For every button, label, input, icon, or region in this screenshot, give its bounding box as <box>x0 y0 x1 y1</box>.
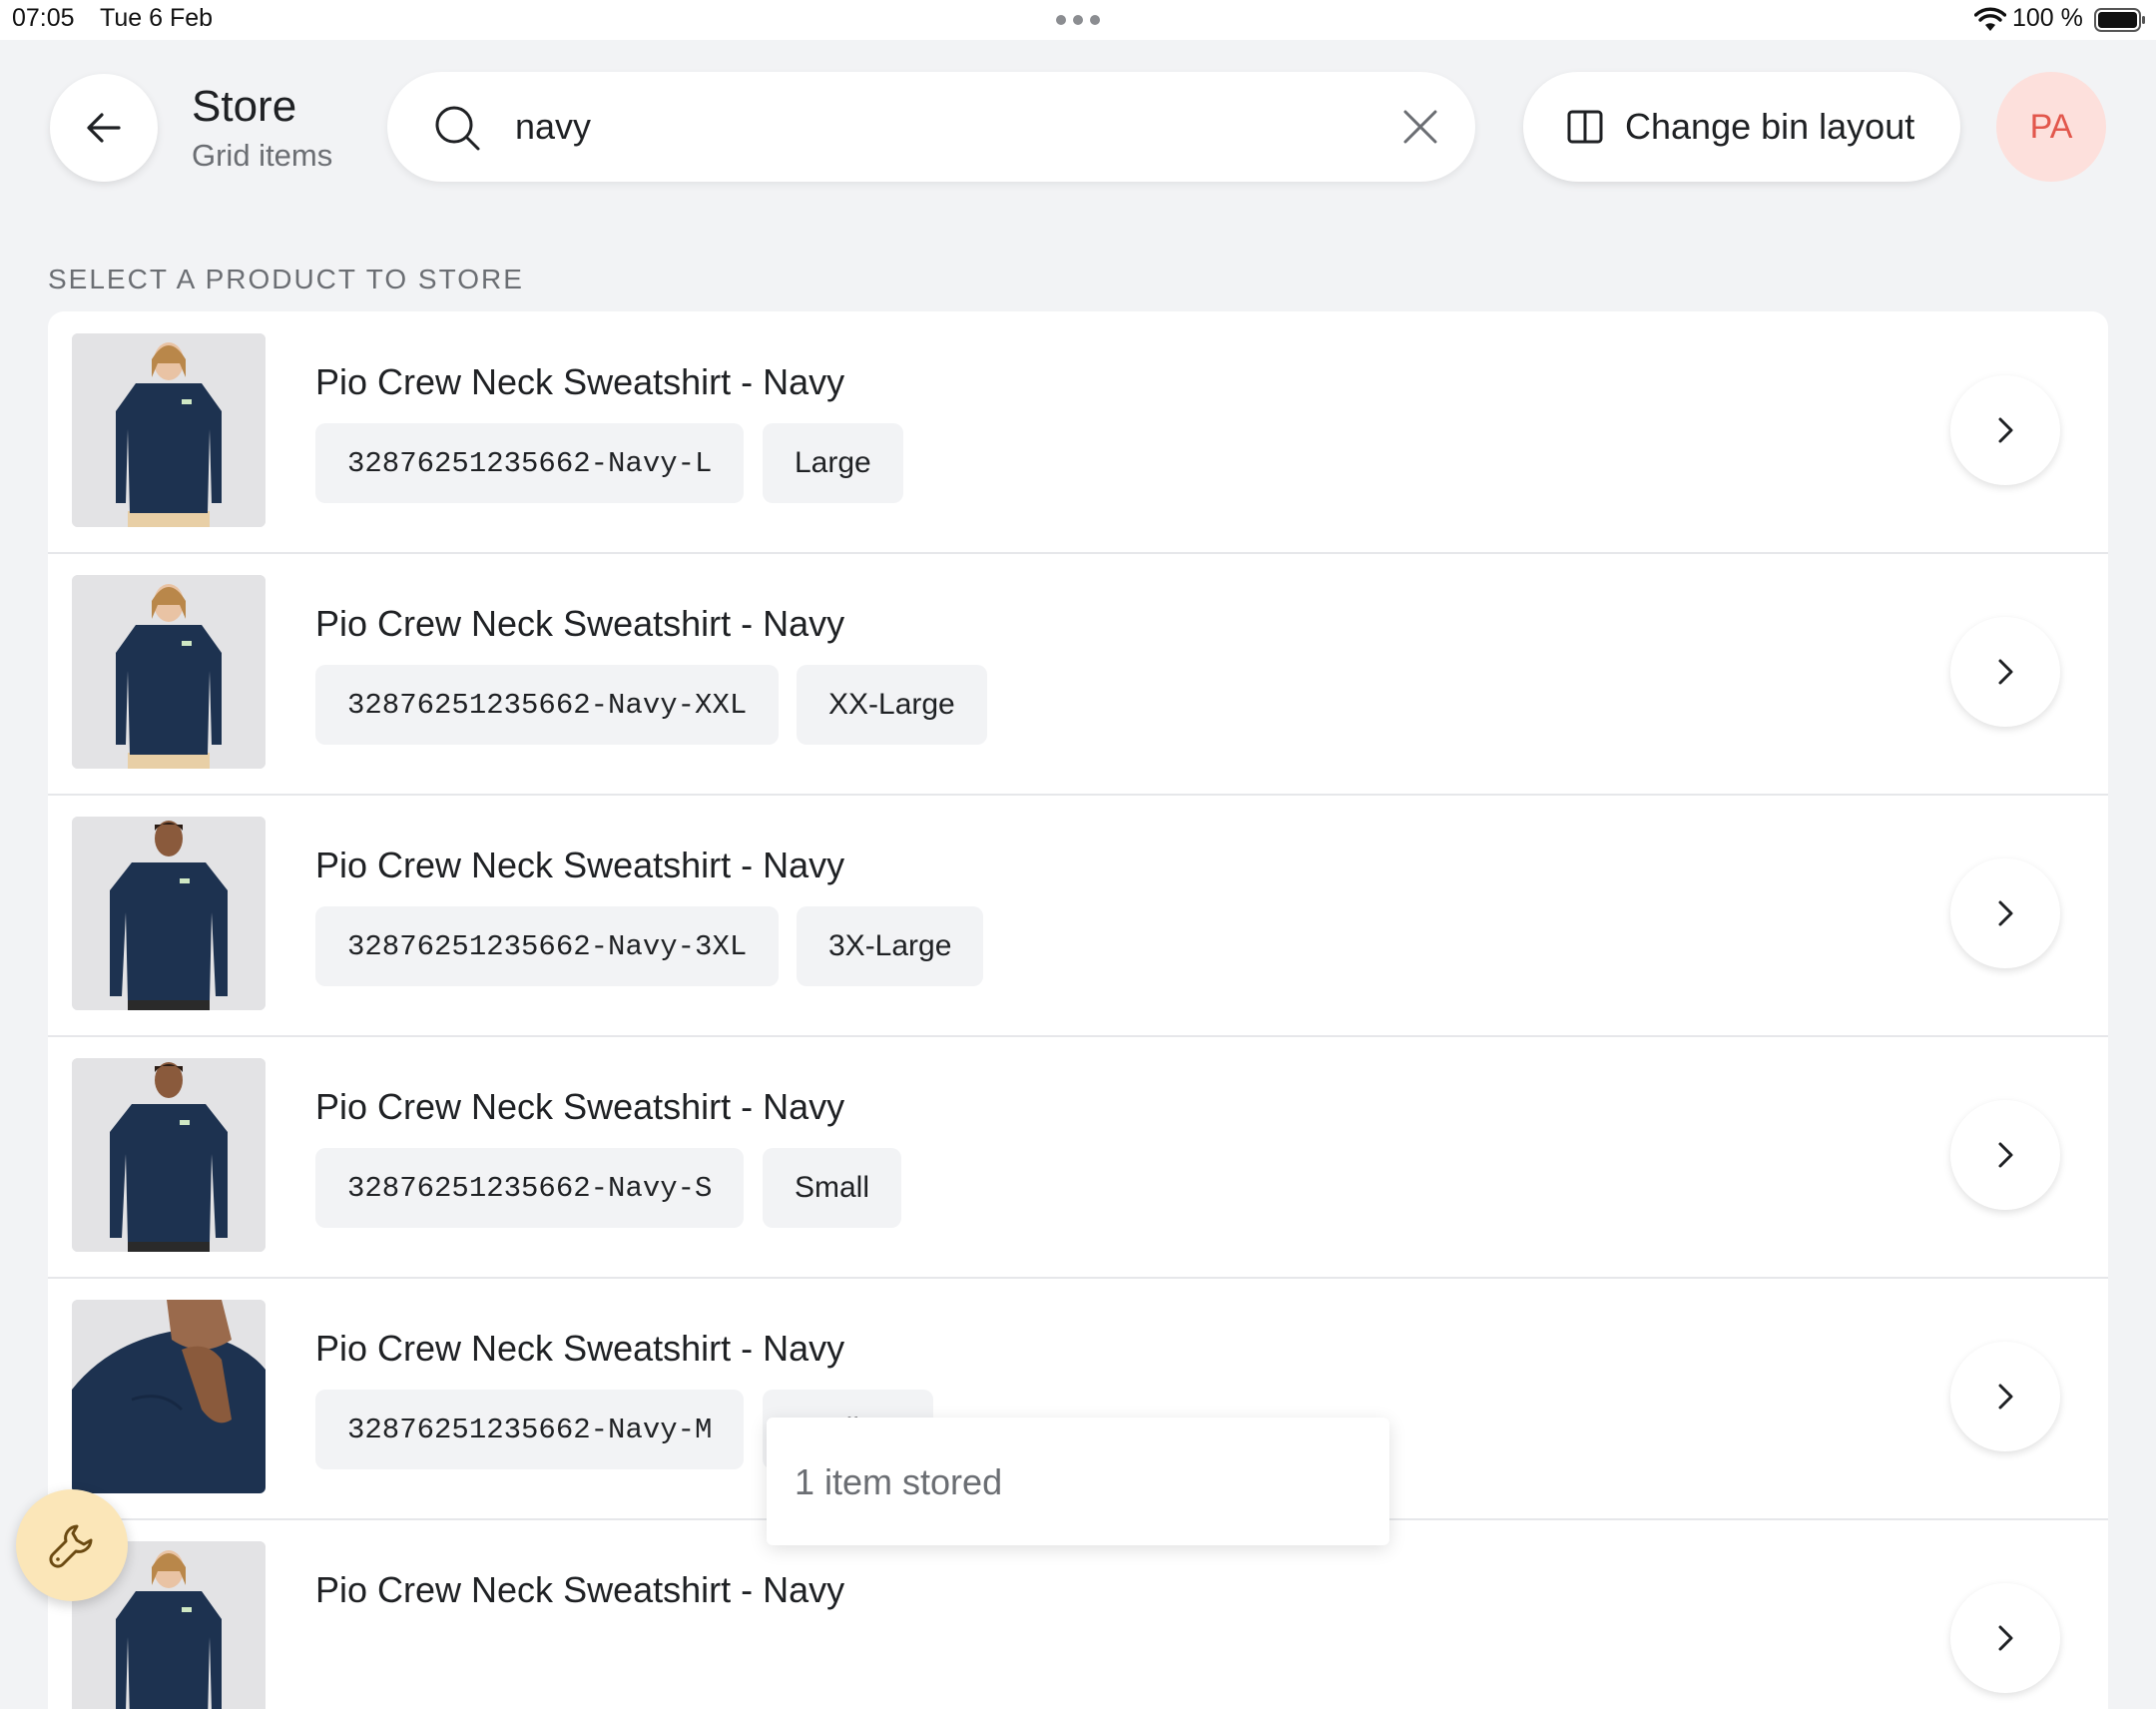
change-bin-layout-button[interactable]: Change bin layout <box>1523 72 1960 182</box>
sku-chip: 32876251235662-Navy-XXL <box>315 665 780 745</box>
open-product-button[interactable] <box>1950 617 2060 727</box>
change-bin-layout-label: Change bin layout <box>1625 106 1915 147</box>
sku-chip: 32876251235662-Navy-3XL <box>315 906 780 986</box>
battery-icon <box>2094 8 2145 32</box>
status-bar: 07:05 Tue 6 Feb 100 % <box>0 0 2156 40</box>
product-image <box>72 1300 266 1493</box>
avatar[interactable]: PA <box>1996 72 2106 182</box>
product-image <box>72 1058 266 1252</box>
open-product-button[interactable] <box>1950 1583 2060 1693</box>
tools-button[interactable] <box>16 1489 128 1601</box>
status-time: 07:05 <box>12 4 75 32</box>
columns-icon <box>1567 110 1603 144</box>
list-item[interactable]: Pio Crew Neck Sweatshirt - Navy 32876251… <box>48 553 2108 796</box>
product-name: Pio Crew Neck Sweatshirt - Navy <box>315 603 845 644</box>
list-item[interactable]: Pio Crew Neck Sweatshirt - Navy <box>48 1519 2108 1709</box>
open-product-button[interactable] <box>1950 1100 2060 1210</box>
open-product-button[interactable] <box>1950 375 2060 485</box>
toast-message: 1 item stored <box>795 1461 1003 1502</box>
multitasking-dots-icon[interactable] <box>1056 15 1100 25</box>
arrow-left-icon <box>87 113 121 143</box>
product-image <box>72 575 266 769</box>
product-name: Pio Crew Neck Sweatshirt - Navy <box>315 1086 845 1127</box>
close-icon[interactable] <box>1401 108 1439 146</box>
list-item[interactable]: Pio Crew Neck Sweatshirt - Navy 32876251… <box>48 795 2108 1037</box>
search-input[interactable] <box>515 98 1363 156</box>
product-name: Pio Crew Neck Sweatshirt - Navy <box>315 1328 845 1369</box>
search-bar[interactable] <box>387 72 1475 182</box>
toast-notification: 1 item stored <box>767 1418 1389 1545</box>
page-subtitle: Grid items <box>192 138 333 173</box>
status-date: Tue 6 Feb <box>100 4 214 32</box>
wrench-icon <box>49 1524 93 1568</box>
product-name: Pio Crew Neck Sweatshirt - Navy <box>315 361 845 402</box>
product-name: Pio Crew Neck Sweatshirt - Navy <box>315 1569 845 1610</box>
wifi-icon <box>1974 7 2006 31</box>
open-product-button[interactable] <box>1950 1342 2060 1451</box>
battery-percent: 100 % <box>2012 4 2083 32</box>
sku-chip: 32876251235662-Navy-S <box>315 1148 745 1228</box>
size-chip: XX-Large <box>797 665 987 745</box>
chevron-right-icon <box>1998 1384 2013 1410</box>
chevron-right-icon <box>1998 659 2013 685</box>
sku-chip: 32876251235662-Navy-L <box>315 423 745 503</box>
list-item[interactable]: Pio Crew Neck Sweatshirt - Navy 32876251… <box>48 1036 2108 1279</box>
size-chip: Small <box>763 1148 902 1228</box>
chevron-right-icon <box>1998 900 2013 926</box>
chevron-right-icon <box>1998 1142 2013 1168</box>
chevron-right-icon <box>1998 417 2013 443</box>
product-image <box>72 333 266 527</box>
chevron-right-icon <box>1998 1625 2013 1651</box>
product-name: Pio Crew Neck Sweatshirt - Navy <box>315 845 845 885</box>
list-item[interactable]: Pio Crew Neck Sweatshirt - Navy 32876251… <box>48 311 2108 554</box>
sku-chip: 32876251235662-Navy-M <box>315 1390 745 1469</box>
page-title: Store <box>192 82 297 131</box>
open-product-button[interactable] <box>1950 858 2060 968</box>
section-label: SELECT A PRODUCT TO STORE <box>48 264 524 294</box>
back-button[interactable] <box>50 74 158 182</box>
product-image <box>72 817 266 1010</box>
search-icon <box>435 106 480 151</box>
size-chip: 3X-Large <box>797 906 984 986</box>
size-chip: Large <box>763 423 903 503</box>
